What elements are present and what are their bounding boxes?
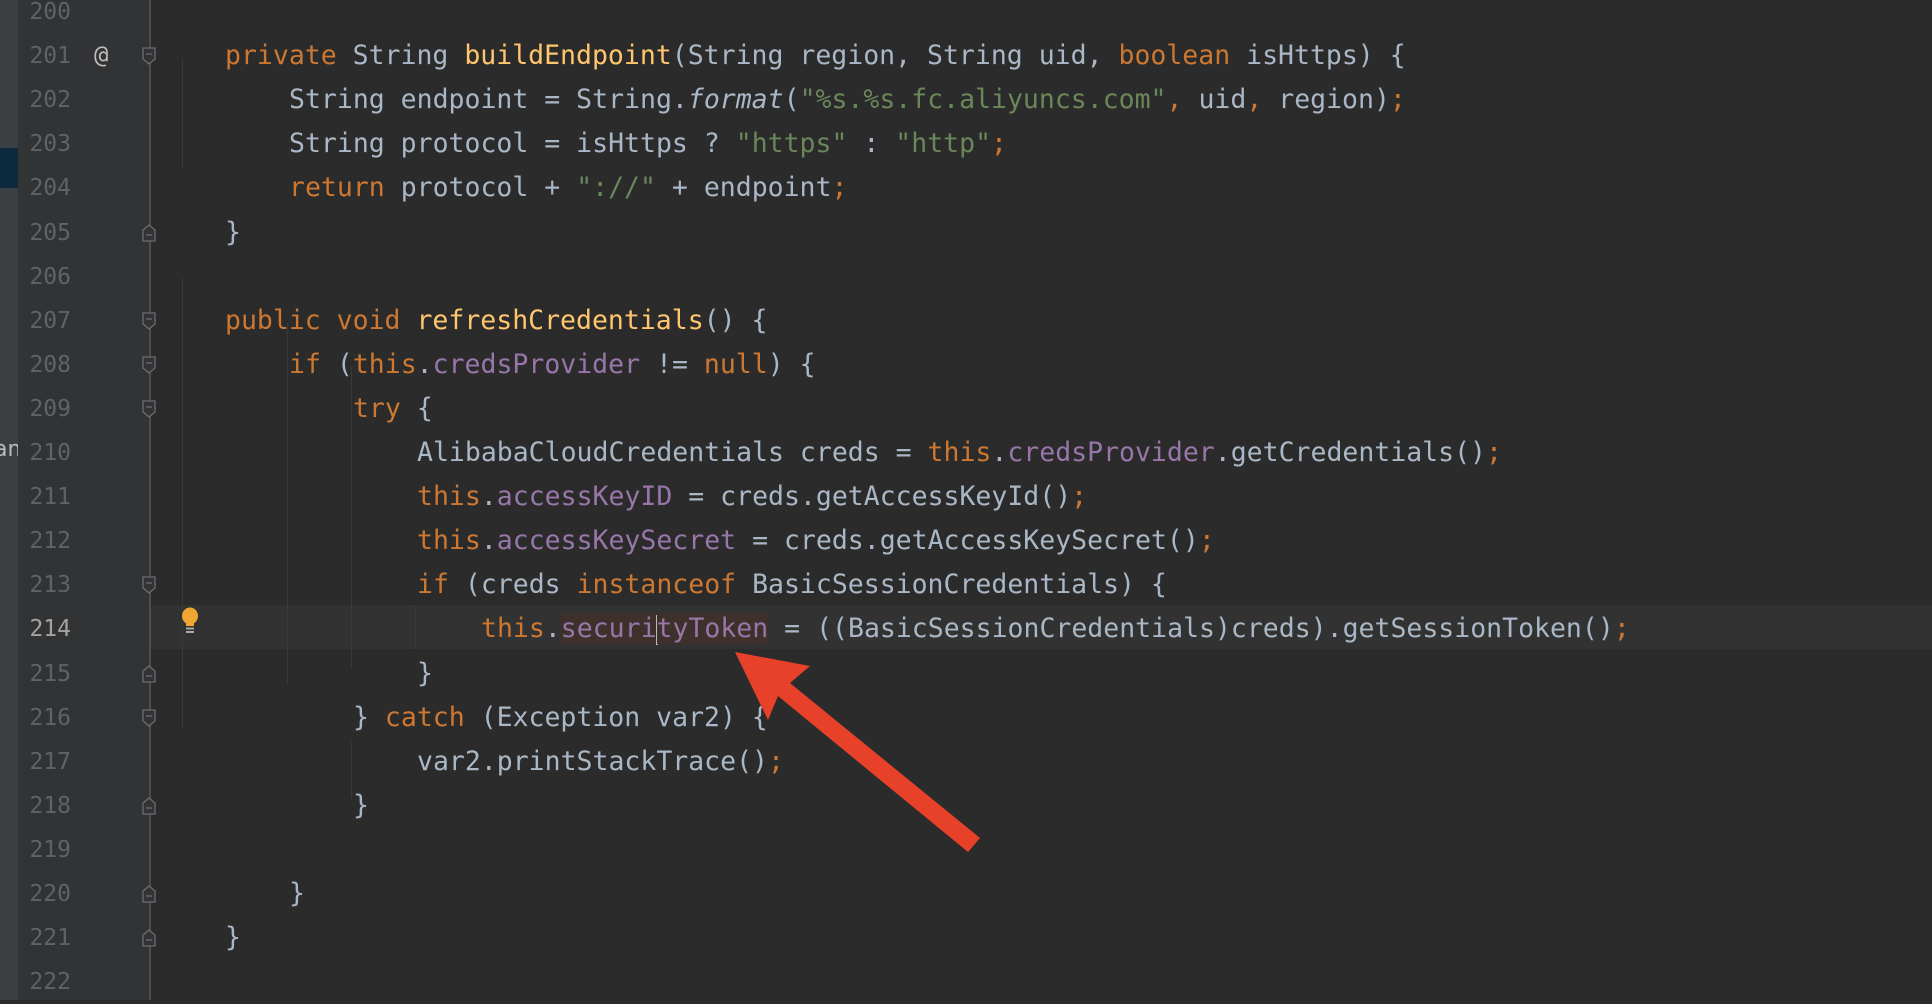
red-annotation-arrow	[735, 652, 980, 852]
